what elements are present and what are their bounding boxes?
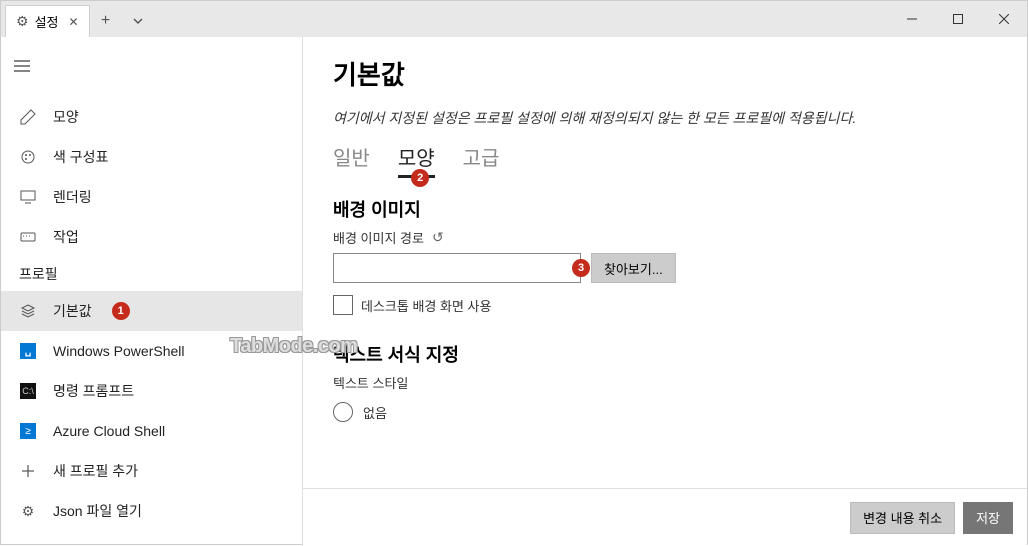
sidebar-item-label: 작업 bbox=[53, 227, 79, 247]
sidebar-item-azure[interactable]: ≥ Azure Cloud Shell bbox=[1, 411, 302, 451]
title-bar: ⚙ 설정 ✕ + bbox=[1, 1, 1027, 37]
subtab-label: 일반 bbox=[333, 148, 370, 170]
minimize-button[interactable] bbox=[889, 1, 935, 37]
window-controls bbox=[889, 1, 1027, 37]
sidebar-item-label: 새 프로필 추가 bbox=[53, 461, 138, 481]
field-label-text-style: 텍스트 스타일 bbox=[333, 373, 408, 392]
page-description: 여기에서 지정된 설정은 프로필 설정에 의해 재정의되지 않는 한 모든 프로… bbox=[333, 108, 999, 128]
subtab-label: 고급 bbox=[463, 148, 500, 170]
section-title-text-format: 텍스트 서식 지정 bbox=[333, 341, 999, 367]
sidebar-header-profiles: 프로필 bbox=[1, 257, 302, 291]
subtab-label: 모양 bbox=[398, 148, 435, 170]
badge-3: 3 bbox=[572, 259, 590, 277]
tab-dropdown-button[interactable] bbox=[122, 5, 154, 37]
sidebar-item-cmd[interactable]: C:\ 명령 프롬프트 bbox=[1, 371, 302, 411]
sidebar-item-label: 색 구성표 bbox=[53, 147, 108, 167]
subtab-appearance[interactable]: 모양 2 bbox=[398, 142, 435, 178]
footer-bar: 변경 내용 취소 저장 bbox=[303, 488, 1027, 546]
desktop-bg-checkbox[interactable] bbox=[333, 295, 353, 315]
radio-none[interactable] bbox=[333, 402, 353, 422]
sidebar-item-defaults[interactable]: 기본값 1 bbox=[1, 291, 302, 331]
tab-title: 설정 bbox=[35, 12, 59, 31]
sidebar-item-powershell[interactable]: ␣ Windows PowerShell bbox=[1, 331, 302, 371]
sidebar-item-label: 모양 bbox=[53, 107, 79, 127]
sidebar-item-label: 렌더링 bbox=[53, 187, 92, 207]
palette-icon bbox=[19, 148, 37, 166]
sidebar-item-appearance[interactable]: 모양 bbox=[1, 97, 302, 137]
sidebar: 모양 색 구성표 렌더링 작업 프로필 bbox=[1, 37, 303, 546]
badge-1: 1 bbox=[112, 302, 130, 320]
sidebar-item-label: Json 파일 열기 bbox=[53, 501, 142, 521]
cmd-icon: C:\ bbox=[19, 382, 37, 400]
close-icon[interactable]: ✕ bbox=[68, 15, 78, 29]
sidebar-item-color-schemes[interactable]: 색 구성표 bbox=[1, 137, 302, 177]
checkbox-label: 데스크톱 배경 화면 사용 bbox=[361, 296, 491, 315]
gear-icon: ⚙ bbox=[19, 502, 37, 520]
bg-path-input[interactable] bbox=[333, 253, 581, 283]
close-button[interactable] bbox=[981, 1, 1027, 37]
radio-label-none: 없음 bbox=[363, 403, 387, 422]
tab-settings[interactable]: ⚙ 설정 ✕ bbox=[5, 5, 90, 37]
new-tab-button[interactable]: + bbox=[90, 5, 122, 37]
subtab-general[interactable]: 일반 bbox=[333, 142, 370, 175]
sidebar-item-add-profile[interactable]: 새 프로필 추가 bbox=[1, 451, 302, 491]
subtabs: 일반 모양 2 고급 bbox=[333, 142, 999, 178]
field-label-bg-path: 배경 이미지 경로 bbox=[333, 228, 424, 247]
gear-icon: ⚙ bbox=[16, 13, 29, 30]
keyboard-icon bbox=[19, 228, 37, 246]
maximize-button[interactable] bbox=[935, 1, 981, 37]
page-title: 기본값 bbox=[333, 55, 999, 92]
badge-2: 2 bbox=[411, 169, 429, 187]
sidebar-item-open-json[interactable]: ⚙ Json 파일 열기 bbox=[1, 491, 302, 531]
section-title-background: 배경 이미지 bbox=[333, 196, 999, 222]
cancel-button[interactable]: 변경 내용 취소 bbox=[850, 502, 955, 534]
layers-icon bbox=[19, 302, 37, 320]
subtab-advanced[interactable]: 고급 bbox=[463, 142, 500, 175]
sidebar-item-actions[interactable]: 작업 bbox=[1, 217, 302, 257]
browse-button[interactable]: 찾아보기... bbox=[591, 253, 676, 283]
sidebar-header-label: 프로필 bbox=[19, 264, 58, 284]
content-pane: 기본값 여기에서 지정된 설정은 프로필 설정에 의해 재정의되지 않는 한 모… bbox=[303, 37, 1027, 546]
monitor-icon bbox=[19, 188, 37, 206]
sidebar-item-label: Windows PowerShell bbox=[53, 343, 185, 359]
sidebar-item-label: 기본값 bbox=[53, 301, 92, 321]
save-button[interactable]: 저장 bbox=[963, 502, 1013, 534]
azure-icon: ≥ bbox=[19, 422, 37, 440]
sidebar-item-rendering[interactable]: 렌더링 bbox=[1, 177, 302, 217]
plus-icon bbox=[19, 462, 37, 480]
powershell-icon: ␣ bbox=[19, 342, 37, 360]
hamburger-button[interactable] bbox=[1, 45, 43, 87]
pencil-icon bbox=[19, 108, 37, 126]
sidebar-item-label: Azure Cloud Shell bbox=[53, 423, 165, 439]
sidebar-item-label: 명령 프롬프트 bbox=[53, 381, 134, 401]
reset-icon[interactable]: ↺ bbox=[432, 229, 444, 246]
